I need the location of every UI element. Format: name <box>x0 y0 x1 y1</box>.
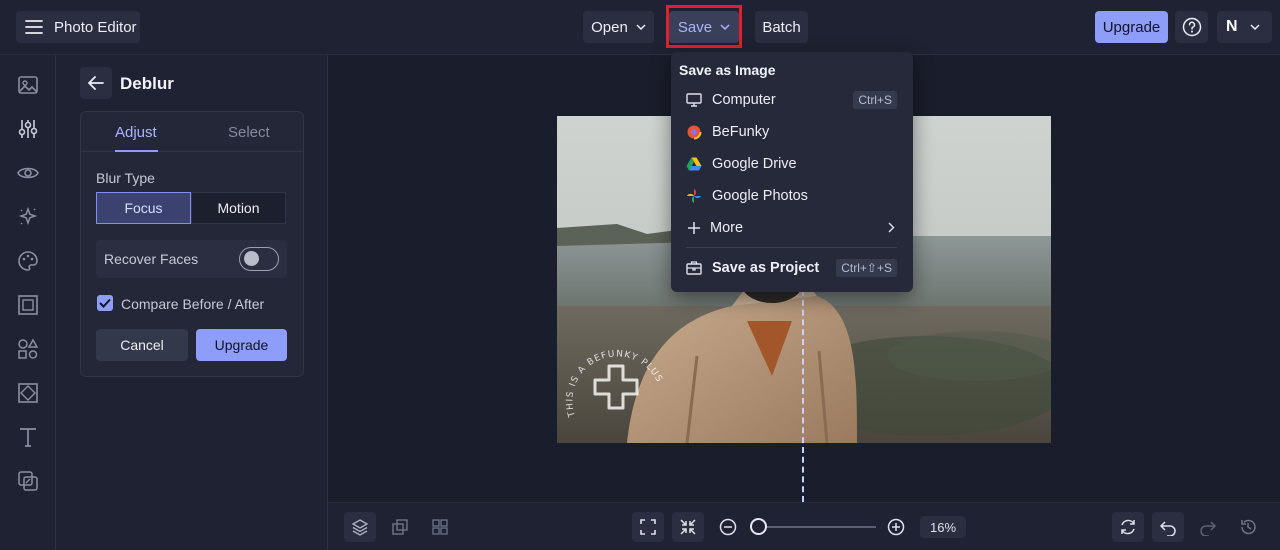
google-photos-icon <box>686 188 702 204</box>
frame-icon[interactable] <box>17 294 39 316</box>
app-title: Photo Editor <box>54 18 137 36</box>
grid-icon <box>431 518 449 536</box>
menu-item-label: Save as Project <box>712 260 820 276</box>
chevron-right-icon <box>888 222 895 233</box>
plus-icon <box>686 220 702 236</box>
save-google-photos-item[interactable]: Google Photos <box>671 180 913 212</box>
monitor-icon <box>686 92 702 108</box>
account-menu[interactable]: N <box>1217 11 1272 43</box>
overlay-icon[interactable] <box>17 470 39 492</box>
palette-icon[interactable] <box>17 250 39 272</box>
menu-item-label: BeFunky <box>712 124 770 140</box>
save-google-drive-item[interactable]: Google Drive <box>671 148 913 180</box>
open-button[interactable]: Open <box>583 11 654 43</box>
eye-icon[interactable] <box>17 162 39 184</box>
recover-faces-toggle[interactable] <box>239 247 279 271</box>
upgrade-button[interactable]: Upgrade <box>1095 11 1168 43</box>
arrow-left-icon <box>88 76 104 90</box>
help-icon <box>1182 17 1202 37</box>
compare-icon <box>391 518 409 536</box>
refresh-icon <box>1119 518 1137 536</box>
befunky-icon <box>686 124 702 140</box>
save-as-image-heading: Save as Image <box>679 62 776 78</box>
text-icon[interactable] <box>17 426 39 448</box>
zoom-out-button[interactable] <box>712 512 744 542</box>
save-highlight-box <box>666 5 742 48</box>
zoom-in-button[interactable] <box>880 512 912 542</box>
menu-item-label: Google Photos <box>712 188 808 204</box>
shrink-icon <box>679 518 697 536</box>
briefcase-icon <box>686 260 702 276</box>
sliders-icon[interactable] <box>17 118 39 140</box>
batch-button[interactable]: Batch <box>755 11 808 43</box>
blur-focus-option[interactable]: Focus <box>96 192 191 224</box>
active-tab-indicator <box>115 150 158 152</box>
avatar: N <box>1226 18 1238 35</box>
compare-divider-line[interactable] <box>802 290 804 502</box>
zoom-out-icon <box>719 518 737 536</box>
menu-item-label: Computer <box>712 92 776 108</box>
zoom-slider-track[interactable] <box>760 526 876 528</box>
redo-icon <box>1199 518 1217 536</box>
tab-adjust[interactable]: Adjust <box>115 124 157 141</box>
zoom-slider-handle[interactable] <box>750 518 767 535</box>
history-button[interactable] <box>1232 512 1264 542</box>
save-as-project-item[interactable]: Save as Project Ctrl+⇧+S <box>671 252 913 284</box>
zoom-in-icon <box>887 518 905 536</box>
layers-button[interactable] <box>344 512 376 542</box>
panel-upgrade-button[interactable]: Upgrade <box>196 329 287 361</box>
save-computer-item[interactable]: Computer Ctrl+S <box>671 84 913 116</box>
layers-icon <box>351 518 369 536</box>
toggle-knob <box>244 251 259 266</box>
google-drive-icon <box>686 156 702 172</box>
batch-label: Batch <box>762 18 801 36</box>
chevron-down-icon <box>1250 24 1260 30</box>
blur-motion-option[interactable]: Motion <box>191 192 286 224</box>
open-label: Open <box>591 18 628 36</box>
compare-view-button[interactable] <box>384 512 416 542</box>
chevron-down-icon <box>636 24 646 30</box>
reset-button[interactable] <box>1112 512 1144 542</box>
recover-faces-row: Recover Faces <box>96 240 287 278</box>
menu-item-label: Google Drive <box>712 156 797 172</box>
undo-button[interactable] <box>1152 512 1184 542</box>
hamburger-icon <box>25 19 43 35</box>
blur-type-label: Blur Type <box>96 170 155 186</box>
menu-item-label: More <box>710 220 744 236</box>
undo-icon <box>1159 518 1177 536</box>
compare-checkbox[interactable] <box>97 295 113 311</box>
save-befunky-item[interactable]: BeFunky <box>671 116 913 148</box>
redo-button[interactable] <box>1192 512 1224 542</box>
grid-view-button[interactable] <box>424 512 456 542</box>
shapes-icon[interactable] <box>17 338 39 360</box>
tab-select[interactable]: Select <box>228 124 270 141</box>
help-button[interactable] <box>1175 11 1208 43</box>
image-icon[interactable] <box>17 74 39 96</box>
fit-screen-button[interactable] <box>632 512 664 542</box>
compare-label: Compare Before / After <box>121 296 265 312</box>
history-icon <box>1239 518 1257 536</box>
sparkles-icon[interactable] <box>17 206 39 228</box>
checkmark-icon <box>99 298 111 308</box>
shortcut-badge: Ctrl+S <box>853 91 897 109</box>
actual-size-button[interactable] <box>672 512 704 542</box>
recover-faces-label: Recover Faces <box>104 251 199 267</box>
panel-title: Deblur <box>120 74 174 93</box>
texture-icon[interactable] <box>17 382 39 404</box>
zoom-value[interactable]: 16% <box>920 516 966 538</box>
back-button[interactable] <box>80 67 112 99</box>
menu-button[interactable]: Photo Editor <box>16 11 140 43</box>
save-more-item[interactable]: More <box>671 212 913 244</box>
expand-icon <box>639 518 657 536</box>
menu-divider <box>686 247 897 248</box>
shortcut-badge: Ctrl+⇧+S <box>836 259 897 277</box>
cancel-button[interactable]: Cancel <box>96 329 188 361</box>
